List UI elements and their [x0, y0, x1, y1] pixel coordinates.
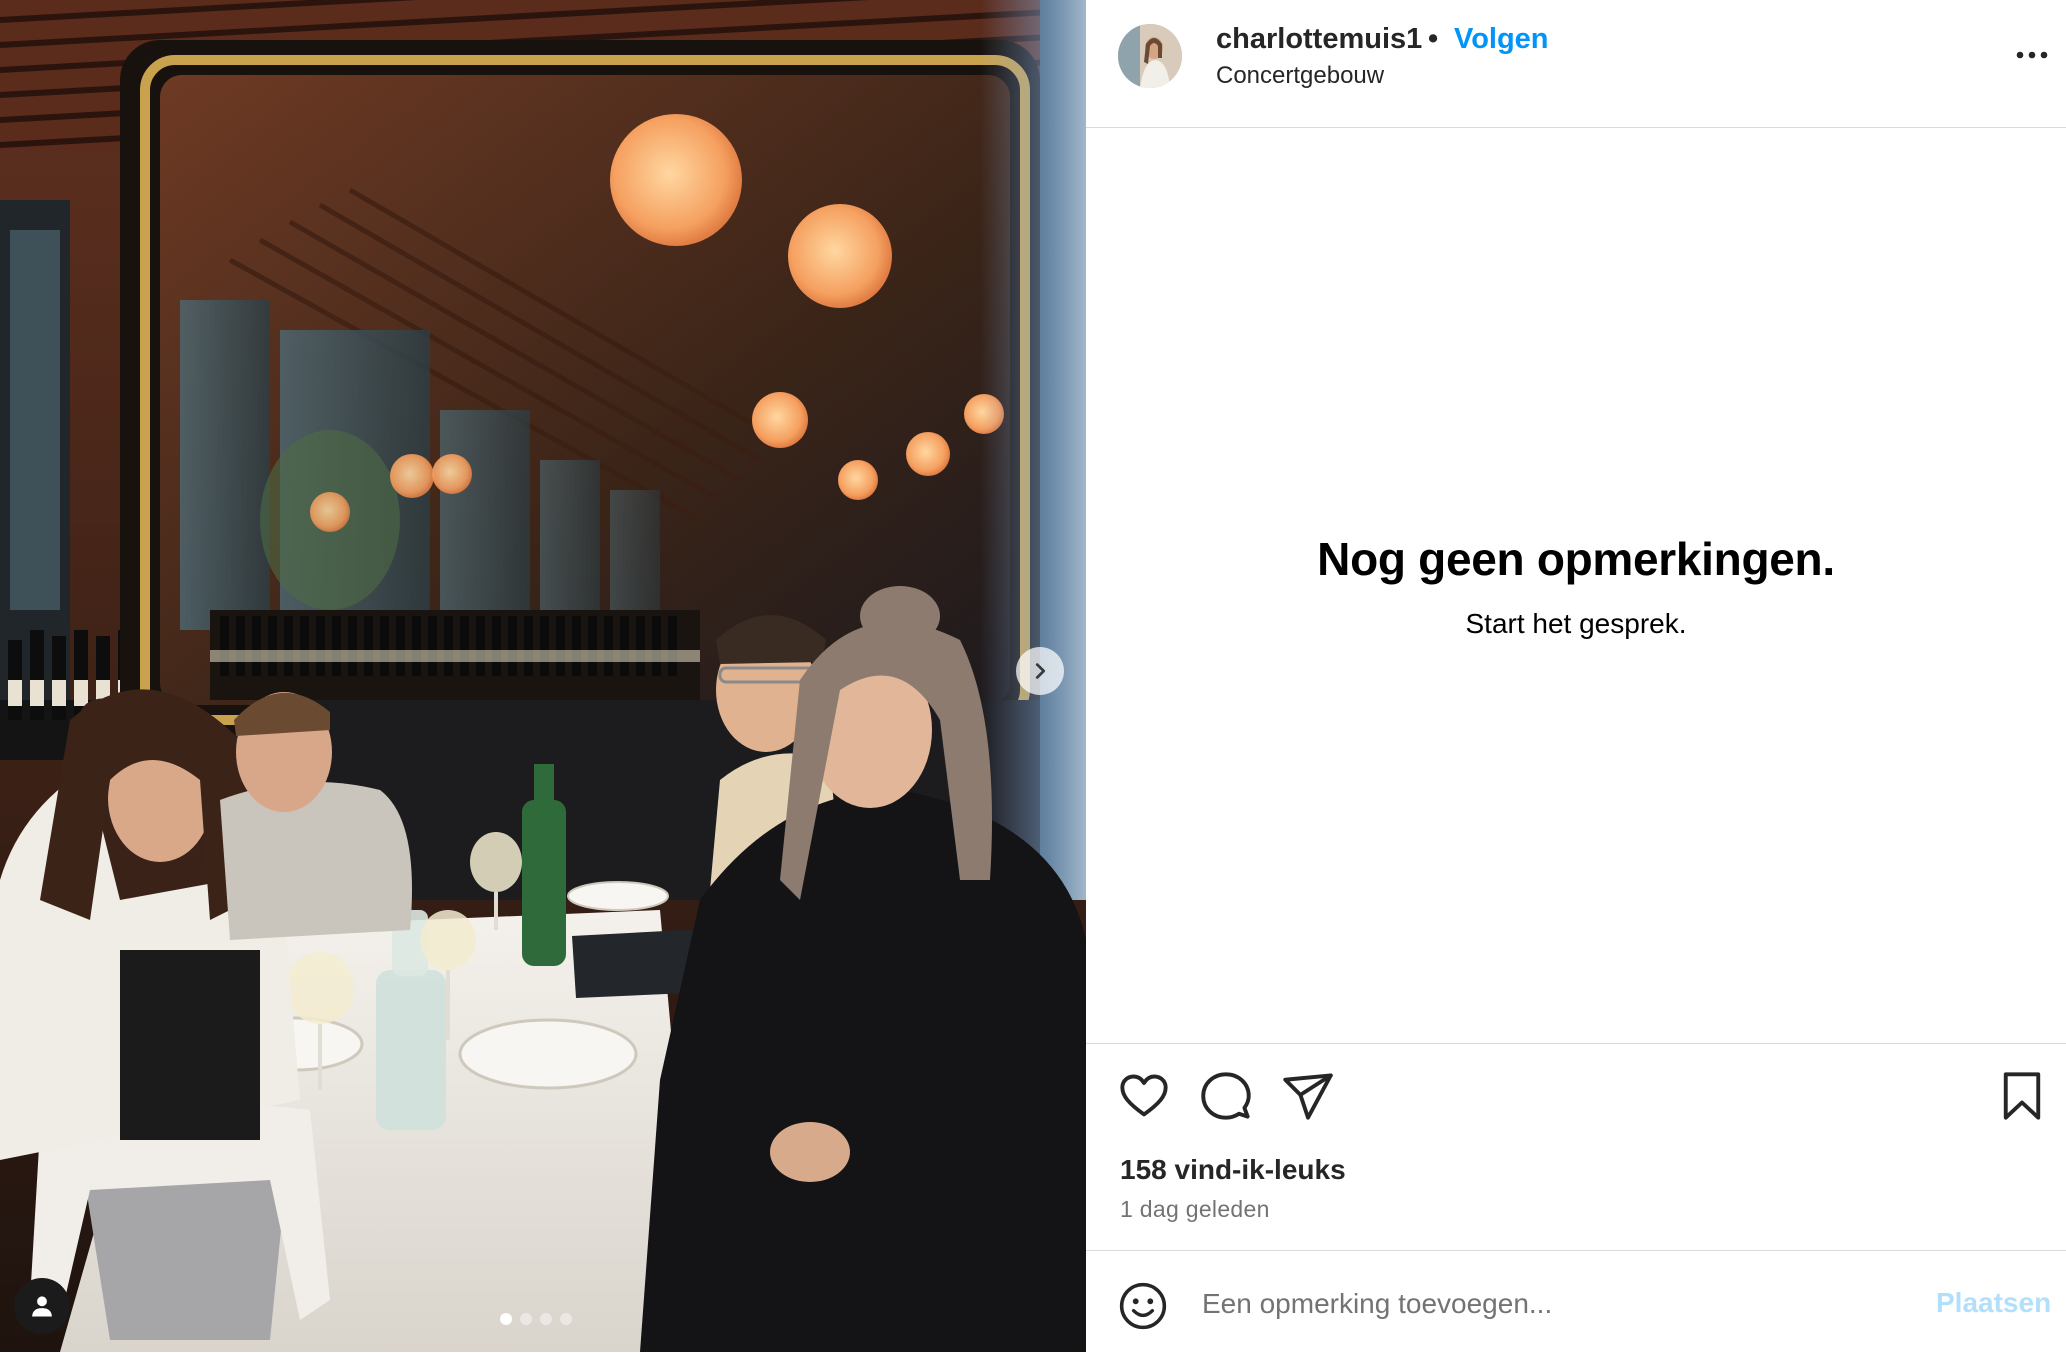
heart-icon	[1120, 1074, 1168, 1117]
like-button[interactable]	[1118, 1070, 1170, 1122]
restaurant-group-photo	[0, 0, 1086, 1352]
share-button[interactable]	[1282, 1070, 1334, 1122]
carousel-indicator	[500, 1313, 572, 1325]
carousel-dot	[560, 1313, 572, 1325]
profile-picture	[1118, 24, 1182, 88]
post-header: charlottemuis1 • Volgen Concertgebouw	[1086, 0, 2066, 128]
chevron-right-icon	[1035, 663, 1046, 679]
save-button[interactable]	[1996, 1070, 2048, 1122]
comment-icon	[1201, 1072, 1251, 1120]
location-link[interactable]: Concertgebouw	[1216, 62, 1384, 90]
divider	[1086, 1043, 2066, 1044]
carousel-dot	[540, 1313, 552, 1325]
comment-button[interactable]	[1200, 1070, 1252, 1122]
start-conversation-text: Start het gesprek.	[1465, 608, 1687, 639]
carousel-next-button[interactable]	[1016, 647, 1064, 695]
username[interactable]: charlottemuis1	[1216, 23, 1422, 56]
post-details-panel: charlottemuis1 • Volgen Concertgebouw No…	[1086, 0, 2066, 1352]
emoji-icon	[1119, 1282, 1167, 1330]
bookmark-icon	[2003, 1072, 2041, 1120]
more-options-button[interactable]	[2012, 38, 2052, 72]
carousel-dot	[520, 1313, 532, 1325]
post-photo[interactable]	[0, 0, 1086, 1352]
likes-count[interactable]: 158 vind-ik-leuks	[1120, 1154, 1346, 1186]
user-icon	[32, 1296, 52, 1317]
post-timestamp[interactable]: 1 dag geleden	[1120, 1196, 1270, 1223]
more-horizontal-icon	[2016, 51, 2048, 59]
comment-input[interactable]	[1200, 1273, 1844, 1335]
post-comment-button[interactable]: Plaatsen	[1936, 1287, 2051, 1319]
share-icon	[1283, 1073, 1333, 1120]
tagged-users-button[interactable]	[14, 1278, 70, 1334]
carousel-dot-active	[500, 1313, 512, 1325]
emoji-button[interactable]	[1118, 1281, 1168, 1331]
avatar[interactable]	[1118, 24, 1182, 88]
follow-button[interactable]: Volgen	[1454, 23, 1549, 56]
separator-dot: •	[1428, 23, 1439, 55]
no-comments-title: Nog geen opmerkingen.	[1317, 533, 1835, 585]
comment-composer: Plaatsen	[1086, 1250, 2066, 1353]
